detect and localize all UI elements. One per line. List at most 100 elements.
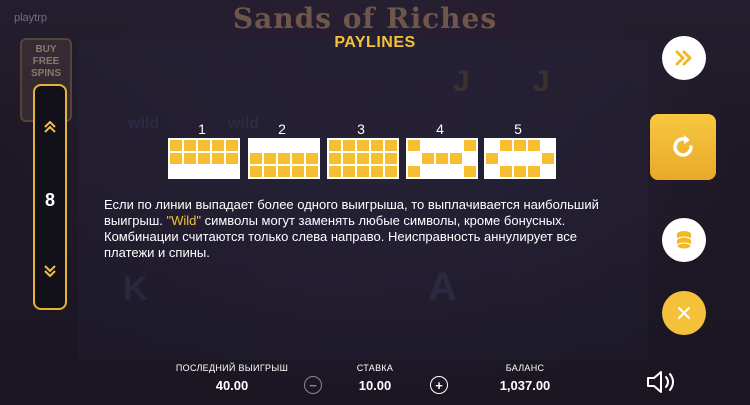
rules-text: Если по линии выпадает более одного выиг… (104, 197, 624, 261)
payline-number: 5 (514, 121, 522, 137)
game-title: Sands of Riches (232, 2, 498, 35)
payline-grid (168, 138, 240, 179)
page-title: PAYLINES (334, 34, 416, 51)
payline-number: 1 (198, 121, 206, 137)
payline-cell-active (542, 153, 554, 164)
payline-cell-active (450, 153, 462, 164)
increase-bet-button[interactable]: + (430, 376, 448, 394)
payline-cell-active (306, 166, 318, 177)
payline-cell (450, 140, 462, 151)
coins-button[interactable] (662, 218, 706, 262)
payline-cell (212, 166, 224, 177)
payline-cell (422, 166, 434, 177)
payline-cell (184, 166, 196, 177)
payline-cell (278, 140, 290, 151)
payline-1: 1 (168, 120, 240, 179)
bet-label: СТАВКА (356, 363, 394, 373)
payline-number: 4 (436, 121, 444, 137)
payline-cell-active (343, 166, 355, 177)
wild-highlight: "Wild" (166, 213, 201, 228)
payline-cell (170, 166, 182, 177)
payline-grid (248, 138, 320, 179)
payline-cell-active (343, 140, 355, 151)
payline-cell-active (292, 153, 304, 164)
payline-cell-active (371, 166, 383, 177)
payline-grid (406, 138, 478, 179)
payline-cell-active (226, 153, 238, 164)
sound-icon[interactable] (644, 369, 678, 395)
payline-cell-active (198, 140, 210, 151)
payline-cell (306, 140, 318, 151)
payline-cell-active (408, 140, 420, 151)
payline-cell (264, 140, 276, 151)
payline-cell (198, 166, 210, 177)
payline-number: 2 (278, 121, 286, 137)
payline-cell-active (514, 140, 526, 151)
double-chevron-down-icon[interactable] (35, 264, 65, 281)
payline-cell-active (226, 140, 238, 151)
payline-5: 5 (484, 120, 556, 179)
payline-cell (436, 140, 448, 151)
payline-number: 3 (357, 121, 365, 137)
payline-cell-active (292, 166, 304, 177)
payline-cell (514, 153, 526, 164)
bet-level-panel: 8 (33, 84, 67, 310)
payline-grid (484, 138, 556, 179)
payline-cell (250, 140, 262, 151)
payline-cell-active (357, 166, 369, 177)
payline-cell-active (329, 153, 341, 164)
payline-cell-active (436, 153, 448, 164)
payline-4: 4 (406, 120, 478, 179)
payline-grid (327, 138, 399, 179)
payline-cell-active (170, 153, 182, 164)
payline-cell-active (278, 153, 290, 164)
payline-cell-active (528, 166, 540, 177)
paylines-list: 1 2 3 4 5 (0, 120, 750, 180)
brand-logo: playtrp (14, 12, 48, 24)
payline-cell-active (184, 153, 196, 164)
bet-level-value: 8 (44, 190, 55, 210)
payline-cell-active (357, 153, 369, 164)
fast-forward-button[interactable] (662, 36, 706, 80)
payline-cell-active (385, 153, 397, 164)
payline-cell-active (385, 140, 397, 151)
payline-cell-active (500, 166, 512, 177)
payline-cell-active (514, 166, 526, 177)
payline-cell (542, 140, 554, 151)
bottom-bar: ПОСЛЕДНИЙ ВЫИГРЫШ 40.00 − СТАВКА 10.00 +… (0, 355, 750, 405)
payline-cell-active (329, 166, 341, 177)
payline-cell-active (212, 140, 224, 151)
payline-3: 3 (327, 120, 399, 179)
payline-2: 2 (248, 120, 320, 179)
payline-cell-active (212, 153, 224, 164)
balance-label: БАЛАНС (505, 363, 545, 373)
payline-cell-active (385, 166, 397, 177)
payline-cell (436, 166, 448, 177)
payline-cell-active (343, 153, 355, 164)
payline-cell-active (198, 153, 210, 164)
spin-button[interactable] (650, 114, 716, 180)
payline-cell-active (306, 153, 318, 164)
coins-icon (676, 231, 692, 250)
double-chevron-up-icon[interactable] (35, 120, 65, 137)
payline-cell (292, 140, 304, 151)
last-win-label: ПОСЛЕДНИЙ ВЫИГРЫШ (175, 363, 289, 373)
payline-cell-active (464, 140, 476, 151)
close-button[interactable] (662, 291, 706, 335)
decrease-bet-button[interactable]: − (304, 376, 322, 394)
payline-cell-active (184, 140, 196, 151)
payline-cell-active (170, 140, 182, 151)
payline-cell-active (250, 166, 262, 177)
payline-cell (464, 153, 476, 164)
payline-cell-active (371, 140, 383, 151)
payline-cell-active (278, 166, 290, 177)
payline-cell-active (371, 153, 383, 164)
payline-cell (486, 140, 498, 151)
payline-cell (542, 166, 554, 177)
payline-cell-active (329, 140, 341, 151)
payline-cell (226, 166, 238, 177)
close-icon (678, 307, 690, 319)
payline-cell-active (264, 166, 276, 177)
fast-forward-icon (675, 50, 692, 66)
payline-cell-active (250, 153, 262, 164)
